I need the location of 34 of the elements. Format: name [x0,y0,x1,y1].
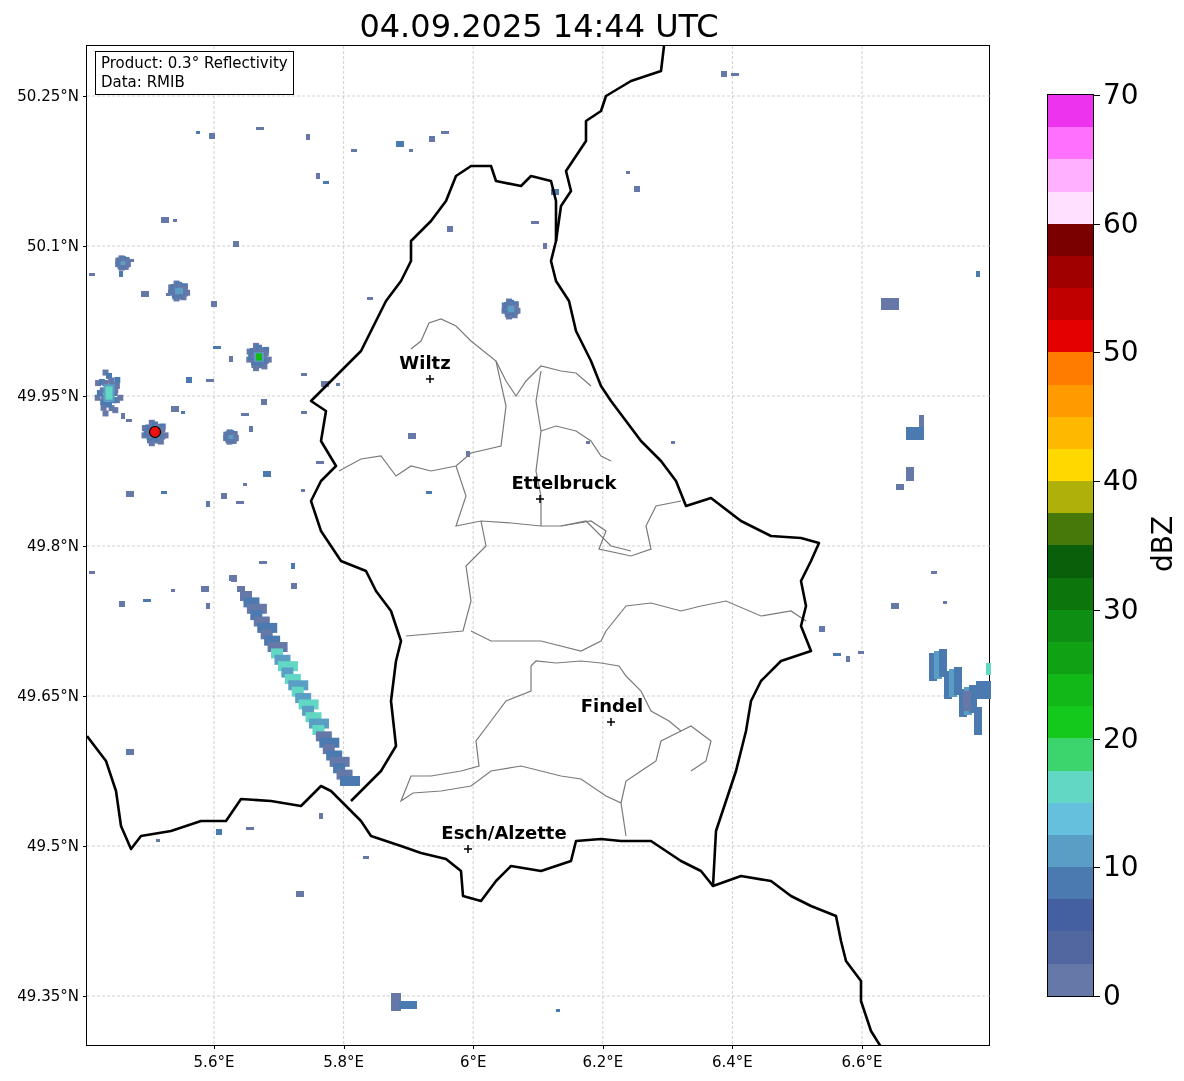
radar-site-icon [148,425,162,439]
city-label: Findel [580,696,644,716]
city-label: Ettelbruck [511,473,617,493]
colorbar-title: dBZ [1145,515,1179,573]
colorbar-tick-label: 40 [1103,466,1139,497]
legend-text: Data: RMIB [101,73,186,92]
city-marker-icon [463,844,473,854]
axis-tick-label: 6.4°E [711,1053,753,1071]
colorbar-tick-label: 60 [1103,208,1139,239]
colorbar-tick-label: 50 [1103,337,1139,368]
city-label: Wiltz [399,353,451,373]
city-marker-icon [535,494,545,504]
axis-tick-label: 6.6°E [841,1053,883,1071]
colorbar-tick-label: 20 [1103,723,1139,754]
axis-tick-label: 49.95°N [17,387,79,405]
axis-tick-label: 49.35°N [17,987,79,1005]
city-marker-icon [606,717,616,727]
axis-tick-label: 50.25°N [17,87,79,105]
city-marker-icon [425,374,435,384]
axis-tick-label: 49.65°N [17,687,79,705]
axis-tick-label: 49.8°N [26,537,79,555]
chart-title: 04.09.2025 14:44 UTC [359,6,719,45]
axis-tick-label: 50.1°N [26,237,79,255]
axis-tick-label: 6.2°E [582,1053,624,1071]
axis-tick-label: 5.6°E [193,1053,235,1071]
colorbar-tick-label: 10 [1103,852,1139,883]
axis-tick-label: 6°E [459,1053,487,1071]
city-label: Esch/Alzette [441,823,567,843]
colorbar-tick-label: 70 [1103,80,1139,110]
colorbar-tick-label: 0 [1103,981,1121,1011]
axis-tick-label: 49.5°N [26,837,79,855]
colorbar-tick-label: 30 [1103,594,1139,625]
legend-text: Product: 0.3° Reflectivity [101,54,288,73]
axis-tick-label: 5.8°E [323,1053,364,1071]
